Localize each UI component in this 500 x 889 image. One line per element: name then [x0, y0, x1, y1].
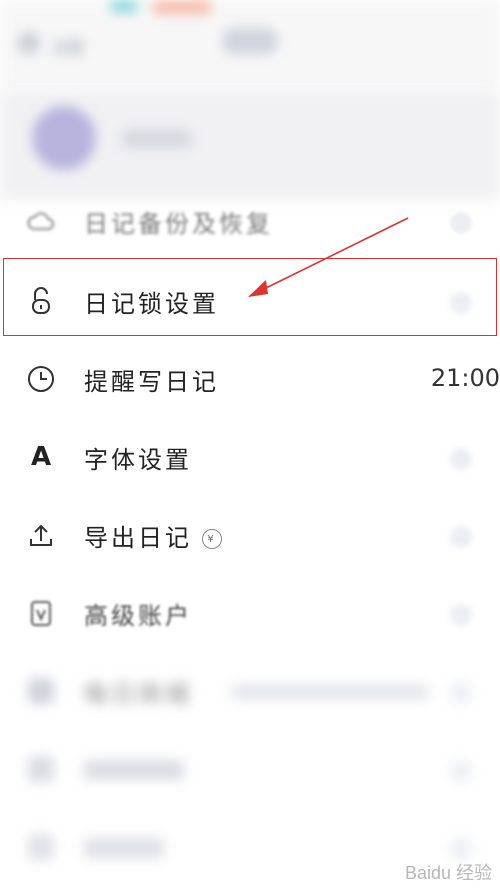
annotation-arrow-icon — [248, 217, 409, 297]
watermark: Baidu 经验 — [404, 863, 492, 883]
